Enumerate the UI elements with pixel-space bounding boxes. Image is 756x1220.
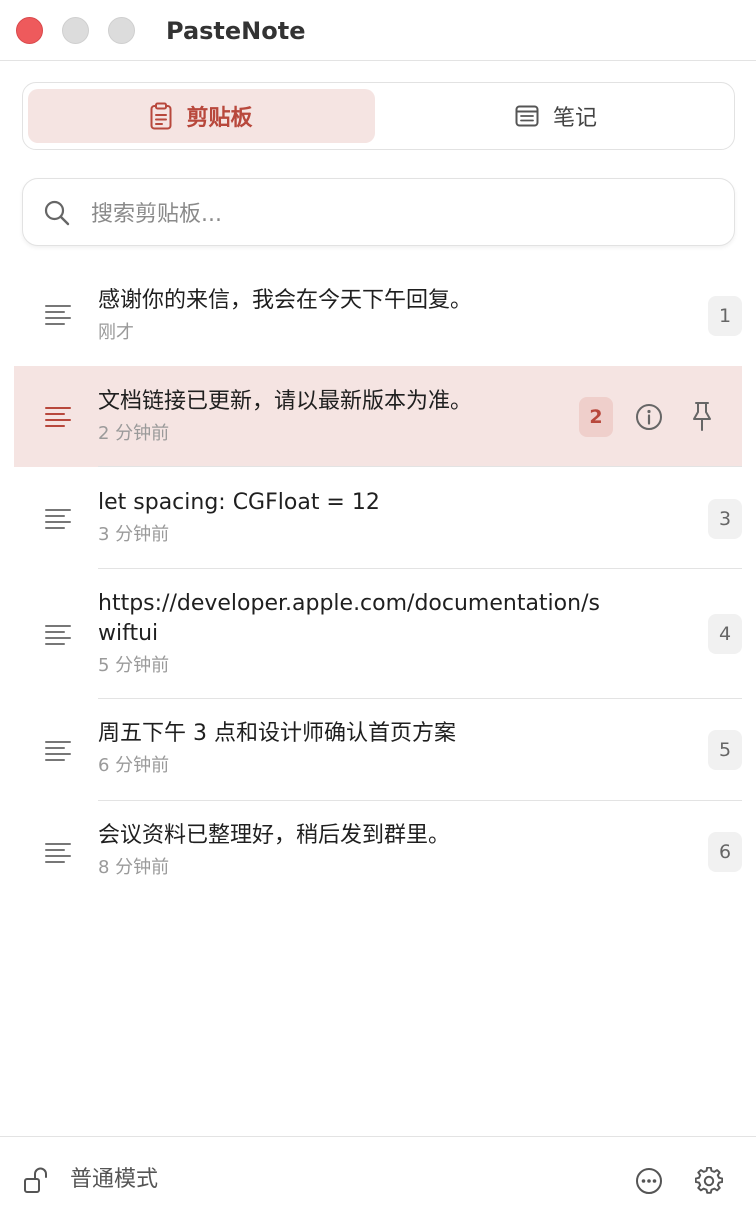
tab-segment-control: 剪贴板 笔记	[22, 82, 735, 150]
item-time: 6 分钟前	[98, 755, 170, 776]
mode-label: 普通模式	[70, 1167, 159, 1192]
zoom-window-button[interactable]	[108, 17, 135, 44]
item-index-badge: 1	[708, 296, 742, 336]
item-text: 会议资料已整理好，稍后发到群里。	[98, 823, 451, 848]
list-item[interactable]: 周五下午 3 点和设计师确认首页方案 6 分钟前 5	[0, 699, 756, 801]
info-icon[interactable]	[635, 403, 663, 435]
text-lines-icon	[44, 842, 72, 868]
item-index-badge: 6	[708, 832, 742, 872]
close-window-button[interactable]	[16, 17, 43, 44]
list-item[interactable]: 会议资料已整理好，稍后发到群里。 8 分钟前 6	[0, 801, 756, 903]
search-icon	[43, 199, 71, 231]
item-text: https://developer.apple.com/documentatio…	[98, 591, 600, 646]
item-time: 3 分钟前	[98, 524, 170, 545]
more-options-icon[interactable]	[635, 1167, 663, 1199]
unlock-icon[interactable]	[22, 1165, 52, 1199]
list-item[interactable]: https://developer.apple.com/documentatio…	[0, 569, 756, 699]
list-item-selected[interactable]: 文档链接已更新，请以最新版本为准。 2 分钟前 2	[0, 366, 756, 467]
item-time: 刚才	[98, 322, 134, 343]
note-icon	[515, 105, 539, 127]
text-lines-icon	[44, 508, 72, 534]
item-index-badge: 5	[708, 730, 742, 770]
footer-bar: 普通模式	[0, 1136, 756, 1220]
clipboard-icon	[150, 102, 172, 130]
list-item[interactable]: let spacing: CGFloat = 12 3 分钟前 3	[0, 467, 756, 569]
tab-notes-label: 笔记	[552, 106, 597, 131]
item-index-badge: 4	[708, 614, 742, 654]
item-time: 2 分钟前	[98, 423, 170, 444]
search-input[interactable]	[89, 191, 713, 237]
text-lines-icon	[44, 406, 72, 432]
app-title: PasteNote	[166, 17, 306, 45]
item-text: 感谢你的来信，我会在今天下午回复。	[98, 288, 473, 313]
minimize-window-button[interactable]	[62, 17, 89, 44]
text-lines-icon	[44, 624, 72, 650]
tab-notes[interactable]: 笔记	[383, 89, 729, 143]
tab-clipboard-label: 剪贴板	[186, 106, 253, 131]
title-bar: PasteNote	[0, 0, 756, 61]
text-lines-icon	[44, 304, 72, 330]
item-text: 文档链接已更新，请以最新版本为准。	[98, 389, 473, 414]
item-index-badge: 2	[579, 397, 613, 437]
clipboard-list: 感谢你的来信，我会在今天下午回复。 刚才 1 文档链接已更新，请以最新版本为准。…	[0, 266, 756, 903]
item-index-badge: 3	[708, 499, 742, 539]
item-text: 周五下午 3 点和设计师确认首页方案	[98, 721, 456, 746]
search-field	[22, 178, 735, 246]
tab-clipboard[interactable]: 剪贴板	[28, 89, 375, 143]
text-lines-icon	[44, 740, 72, 766]
item-text: let spacing: CGFloat = 12	[98, 490, 380, 515]
item-time: 8 分钟前	[98, 857, 170, 878]
pin-icon[interactable]	[689, 400, 715, 436]
list-item[interactable]: 感谢你的来信，我会在今天下午回复。 刚才 1	[0, 266, 756, 366]
gear-icon[interactable]	[694, 1166, 724, 1199]
item-time: 5 分钟前	[98, 655, 170, 676]
